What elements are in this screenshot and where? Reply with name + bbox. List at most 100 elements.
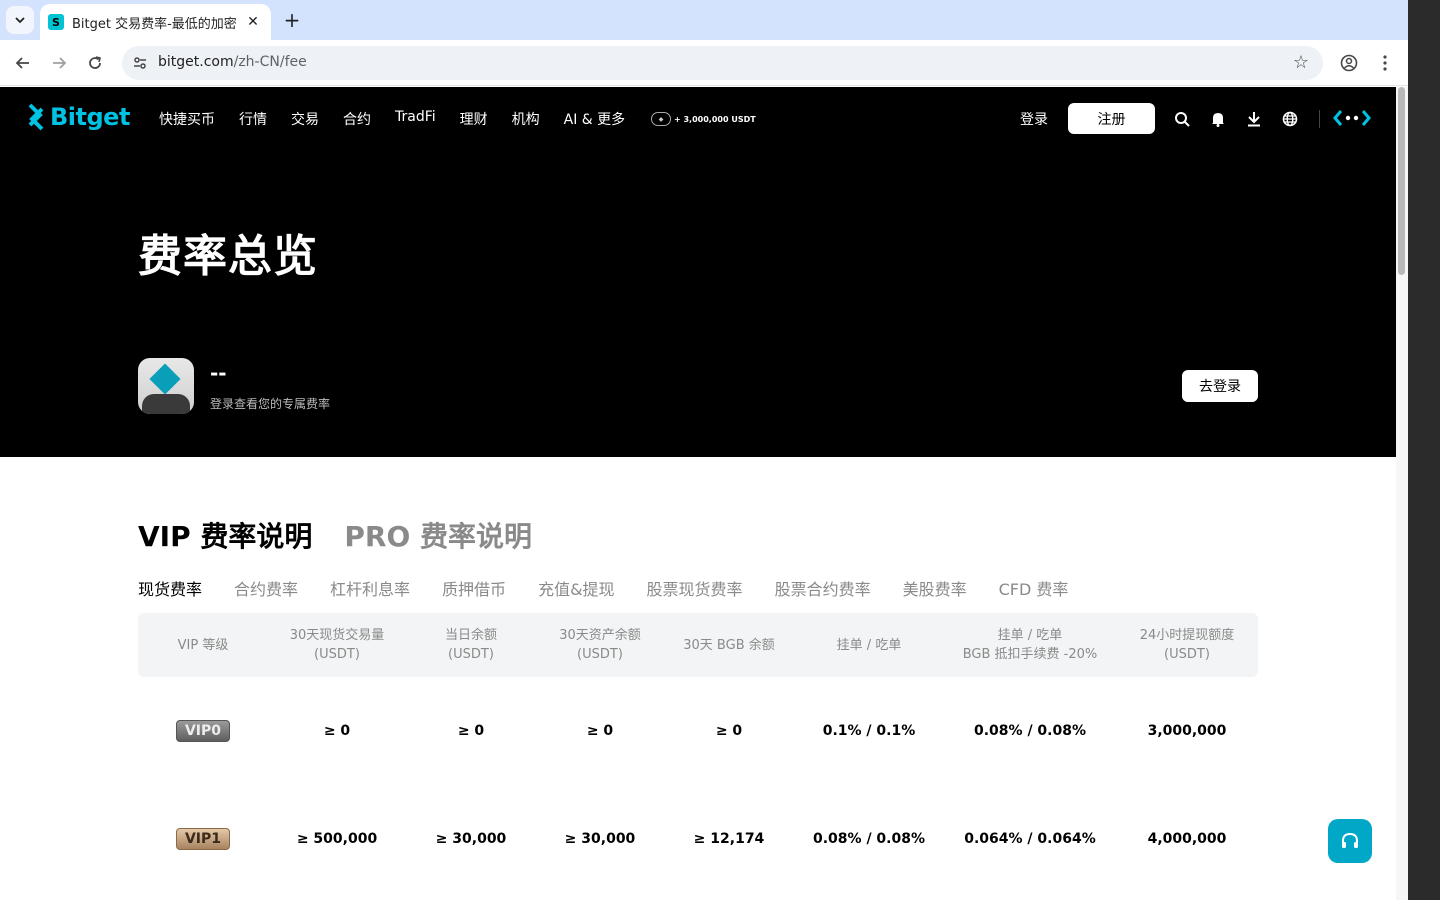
user-subtitle: 登录查看您的专属费率 bbox=[210, 397, 331, 411]
column-header: 24小时提现额度 (USDT) bbox=[1139, 628, 1235, 662]
column-header: 当日余额 (USDT) bbox=[444, 628, 497, 662]
vip-badge: VIP1 bbox=[176, 828, 230, 850]
bookmark-star-icon[interactable]: ☆ bbox=[1293, 52, 1309, 73]
tab-title: Bitget 交易费率-最低的加密 bbox=[72, 16, 237, 32]
tab-search-button[interactable] bbox=[6, 6, 34, 34]
bitget-favicon-icon: S bbox=[48, 14, 64, 30]
tab-stock-futures-fees[interactable]: 股票合约费率 bbox=[775, 576, 871, 600]
url-text: bitget.com/zh-CN/fee bbox=[158, 54, 307, 70]
tab-stock-spot-fees[interactable]: 股票现货费率 bbox=[647, 576, 743, 600]
url-domain: bitget.com bbox=[158, 54, 234, 70]
more-menu-icon[interactable] bbox=[1371, 49, 1399, 77]
column-header: 30天 BGB 余额 bbox=[683, 637, 775, 653]
reload-icon[interactable] bbox=[81, 49, 109, 77]
nav-link-futures[interactable]: 合约 bbox=[343, 109, 371, 129]
hero-section: Bitget 快捷买币 行情 交易 合约 TradFi 理财 机构 AI & 更… bbox=[0, 87, 1396, 457]
promo-text: + 3,000,000 USDT bbox=[674, 114, 756, 124]
forward-arrow-icon[interactable] bbox=[45, 49, 73, 77]
table-cell: 0.08% / 0.08% bbox=[813, 831, 925, 847]
tab-cfd-fees[interactable]: CFD 费率 bbox=[999, 576, 1069, 600]
page-title: 费率总览 bbox=[138, 231, 318, 282]
site-header: Bitget 快捷买币 行情 交易 合约 TradFi 理财 机构 AI & 更… bbox=[0, 87, 1396, 151]
desktop-edge bbox=[1408, 0, 1440, 900]
close-icon[interactable]: ✕ bbox=[243, 12, 263, 32]
signup-button[interactable]: 注册 bbox=[1068, 103, 1155, 134]
download-icon[interactable] bbox=[1244, 109, 1264, 129]
table-cell: 4,000,000 bbox=[1147, 831, 1227, 847]
search-icon[interactable] bbox=[1172, 109, 1192, 129]
table-row: VIP1 ≥ 500,000 ≥ 30,000 ≥ 30,000 ≥ 12,17… bbox=[138, 785, 1258, 893]
scrollbar-thumb[interactable] bbox=[1398, 87, 1405, 275]
table-cell: ≥ 12,174 bbox=[693, 831, 765, 847]
column-header: 挂单 / 吃单 bbox=[836, 637, 902, 653]
tab-margin-interest[interactable]: 杠杆利息率 bbox=[330, 576, 410, 600]
table-cell: ≥ 30,000 bbox=[435, 831, 507, 847]
bell-icon[interactable] bbox=[1208, 109, 1228, 129]
bitget-logo[interactable]: Bitget bbox=[24, 103, 130, 131]
goto-login-button[interactable]: 去登录 bbox=[1182, 370, 1258, 402]
table-header: VIP 等级 30天现货交易量 (USDT) 当日余额 (USDT) 30天资产… bbox=[138, 613, 1258, 677]
bitget-logo-icon bbox=[28, 103, 44, 131]
page-scrollbar[interactable] bbox=[1396, 87, 1408, 900]
customer-support-button[interactable] bbox=[1328, 819, 1372, 863]
user-name: -- bbox=[210, 361, 227, 385]
address-bar[interactable]: bitget.com/zh-CN/fee ☆ bbox=[122, 46, 1323, 80]
section-tabs: VIP 费率说明 PRO 费率说明 bbox=[138, 515, 564, 555]
table-cell: 0.1% / 0.1% bbox=[822, 723, 916, 739]
nav-link-quick-buy[interactable]: 快捷买币 bbox=[159, 109, 215, 129]
url-path: /zh-CN/fee bbox=[233, 54, 307, 70]
nav-link-markets[interactable]: 行情 bbox=[239, 109, 267, 129]
tab-us-stock-fees[interactable]: 美股费率 bbox=[903, 576, 967, 600]
table-cell: ≥ 30,000 bbox=[564, 831, 636, 847]
column-header: 30天资产余额 (USDT) bbox=[559, 628, 641, 662]
table-cell: ≥ 0 bbox=[323, 723, 351, 739]
column-header: 30天现货交易量 (USDT) bbox=[289, 628, 385, 662]
promo-badge-icon: ◆ bbox=[651, 112, 671, 126]
avatar-base bbox=[142, 394, 190, 414]
avatar bbox=[138, 358, 194, 414]
site-info-icon[interactable] bbox=[130, 53, 150, 73]
table-cell: ≥ 0 bbox=[715, 723, 743, 739]
tab-pro-fees[interactable]: PRO 费率说明 bbox=[344, 515, 532, 555]
globe-icon[interactable] bbox=[1280, 109, 1300, 129]
logo-text: Bitget bbox=[50, 103, 130, 131]
tab-deposit-withdraw[interactable]: 充值&提现 bbox=[538, 576, 614, 600]
table-cell: 3,000,000 bbox=[1147, 723, 1227, 739]
tab-strip: S Bitget 交易费率-最低的加密 ✕ + bbox=[0, 0, 1408, 40]
chevron-down-icon bbox=[15, 17, 25, 24]
web-page: Bitget 快捷买币 行情 交易 合约 TradFi 理财 机构 AI & 更… bbox=[0, 87, 1396, 900]
nav-link-ai-more[interactable]: AI & 更多 bbox=[564, 109, 626, 129]
column-header: VIP 等级 bbox=[177, 637, 229, 653]
tab-futures-fees[interactable]: 合约费率 bbox=[234, 576, 298, 600]
vip-level-cell: VIP1 bbox=[138, 785, 268, 893]
browser-toolbar: bitget.com/zh-CN/fee ☆ bbox=[0, 40, 1408, 86]
tab-spot-fees[interactable]: 现货费率 bbox=[138, 576, 202, 600]
table-cell: ≥ 500,000 bbox=[296, 831, 378, 847]
nav-link-tradfi[interactable]: TradFi bbox=[395, 109, 436, 129]
profile-icon[interactable] bbox=[1335, 49, 1363, 77]
header-divider bbox=[1319, 110, 1320, 128]
main-nav: 快捷买币 行情 交易 合约 TradFi 理财 机构 AI & 更多 bbox=[159, 109, 649, 129]
browser-window: S Bitget 交易费率-最低的加密 ✕ + bitget.com/zh-CN… bbox=[0, 0, 1408, 900]
promo-banner[interactable]: ◆ + 3,000,000 USDT bbox=[651, 112, 756, 126]
table-row: VIP0 ≥ 0 ≥ 0 ≥ 0 ≥ 0 0.1% / 0.1% 0.08% /… bbox=[138, 677, 1258, 785]
nav-link-earn[interactable]: 理财 bbox=[460, 109, 488, 129]
new-tab-button[interactable]: + bbox=[280, 8, 304, 32]
login-link[interactable]: 登录 bbox=[1020, 109, 1048, 129]
bitget-brand-mark-icon[interactable] bbox=[1333, 109, 1371, 132]
table-cell: 0.08% / 0.08% bbox=[974, 723, 1086, 739]
tab-vip-fees[interactable]: VIP 费率说明 bbox=[138, 515, 312, 555]
column-header: 挂单 / 吃单 BGB 抵扣手续费 -20% bbox=[962, 628, 1098, 662]
tab-crypto-loan[interactable]: 质押借币 bbox=[442, 576, 506, 600]
back-arrow-icon[interactable] bbox=[9, 49, 37, 77]
fee-type-tabs: 现货费率 合约费率 杠杆利息率 质押借币 充值&提现 股票现货费率 股票合约费率… bbox=[138, 576, 1100, 600]
nav-link-trade[interactable]: 交易 bbox=[291, 109, 319, 129]
table-cell: ≥ 0 bbox=[586, 723, 614, 739]
nav-link-institutional[interactable]: 机构 bbox=[512, 109, 540, 129]
vip-level-cell: VIP0 bbox=[138, 677, 268, 785]
avatar-diamond bbox=[149, 363, 181, 395]
headset-icon bbox=[1342, 832, 1358, 848]
table-cell: ≥ 0 bbox=[457, 723, 485, 739]
table-cell: 0.064% / 0.064% bbox=[964, 831, 1096, 847]
browser-tab-active[interactable]: S Bitget 交易费率-最低的加密 ✕ bbox=[40, 4, 271, 40]
